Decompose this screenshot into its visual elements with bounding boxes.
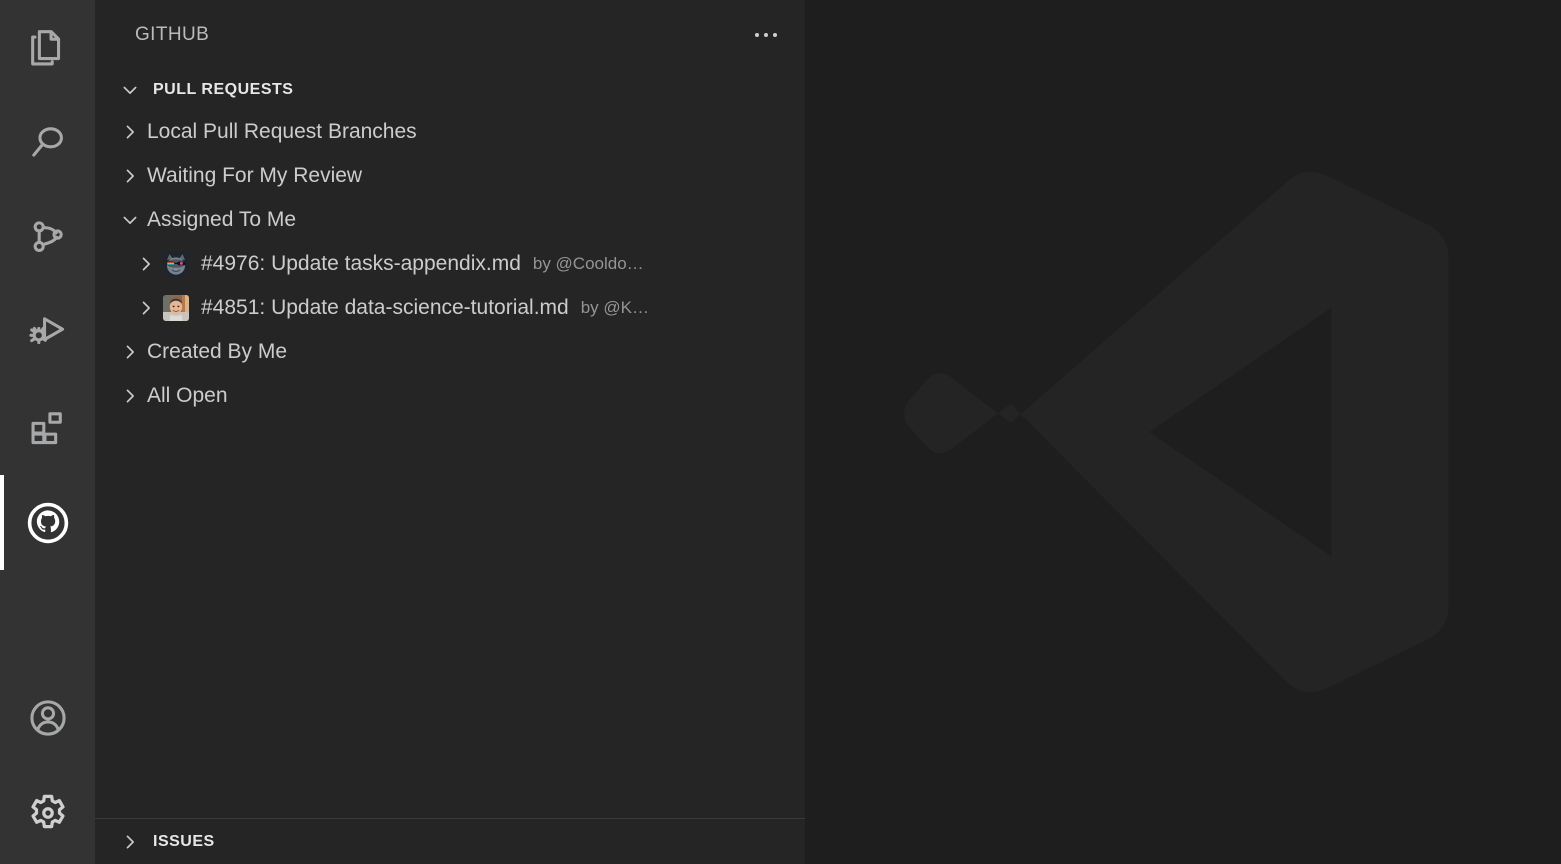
- person-avatar: [163, 295, 189, 321]
- activity-item-explorer[interactable]: [0, 0, 95, 95]
- tree-item-assigned-to-me[interactable]: Assigned To Me: [95, 198, 805, 242]
- run-and-debug-icon: [28, 316, 64, 344]
- tree-item-author: by @Cooldo…: [532, 254, 644, 273]
- chevron-right-icon: [113, 159, 147, 193]
- activity-item-extensions[interactable]: [0, 380, 95, 475]
- cat-avatar: [163, 251, 189, 277]
- tree-item-pull-request-4851[interactable]: #4851: Update data-science-tutorial.md b…: [95, 286, 805, 330]
- sidebar-github: GITHUB PULL REQUESTS Local Pull Request …: [95, 0, 805, 864]
- tree-item-label: #4976: Update tasks-appendix.md: [201, 252, 521, 275]
- extensions-icon: [31, 411, 62, 444]
- activity-bar: [0, 0, 95, 864]
- source-control-icon: [33, 220, 63, 252]
- chevron-right-icon: [113, 825, 147, 859]
- activity-item-search[interactable]: [0, 95, 95, 190]
- chevron-right-icon: [129, 291, 163, 325]
- tree-item-author: by @K…: [580, 298, 649, 317]
- sidebar-title: GITHUB: [135, 24, 210, 45]
- section-header-issues[interactable]: ISSUES: [95, 818, 805, 864]
- active-indicator: [0, 475, 4, 570]
- chevron-down-icon: [113, 203, 147, 237]
- vscode-logo-watermark-icon: [903, 152, 1463, 712]
- tree-item-label: All Open: [147, 384, 228, 407]
- github-icon: [27, 502, 68, 543]
- activity-item-settings[interactable]: [0, 765, 95, 860]
- chevron-right-icon: [129, 247, 163, 281]
- tree-item-local-pull-request-branches[interactable]: Local Pull Request Branches: [95, 110, 805, 154]
- editor-area[interactable]: [805, 0, 1561, 864]
- search-icon: [31, 126, 63, 157]
- section-label: ISSUES: [153, 832, 215, 850]
- pull-requests-pane: PULL REQUESTS Local Pull Request Branche…: [95, 70, 805, 818]
- gear-icon: [30, 794, 65, 828]
- tree-item-all-open[interactable]: All Open: [95, 374, 805, 418]
- chevron-down-icon: [113, 73, 147, 107]
- activity-item-github[interactable]: [0, 475, 95, 570]
- activity-item-source-control[interactable]: [0, 190, 95, 285]
- views-and-more-actions-button[interactable]: [749, 18, 783, 52]
- chevron-right-icon: [113, 335, 147, 369]
- chevron-right-icon: [113, 379, 147, 413]
- ellipsis-icon: [755, 33, 777, 37]
- section-label: PULL REQUESTS: [153, 81, 294, 98]
- tree-item-waiting-for-my-review[interactable]: Waiting For My Review: [95, 154, 805, 198]
- activity-item-run-and-debug[interactable]: [0, 285, 95, 380]
- tree-item-pull-request-4976[interactable]: #4976: Update tasks-appendix.md by @Cool…: [95, 242, 805, 286]
- tree-item-label: #4851: Update data-science-tutorial.md: [201, 296, 569, 319]
- tree-item-label: Local Pull Request Branches: [147, 120, 417, 143]
- vscode-window: GITHUB PULL REQUESTS Local Pull Request …: [0, 0, 1561, 864]
- tree-item-label: Waiting For My Review: [147, 164, 363, 187]
- section-header-pull-requests[interactable]: PULL REQUESTS: [95, 70, 805, 110]
- activity-item-accounts[interactable]: [0, 670, 95, 765]
- tree-item-label: Created By Me: [147, 340, 288, 363]
- sidebar-title-row: GITHUB: [95, 0, 805, 70]
- tree-item-created-by-me[interactable]: Created By Me: [95, 330, 805, 374]
- account-icon: [29, 699, 66, 736]
- chevron-right-icon: [113, 115, 147, 149]
- files-icon: [30, 29, 60, 65]
- tree-item-label: Assigned To Me: [147, 208, 297, 231]
